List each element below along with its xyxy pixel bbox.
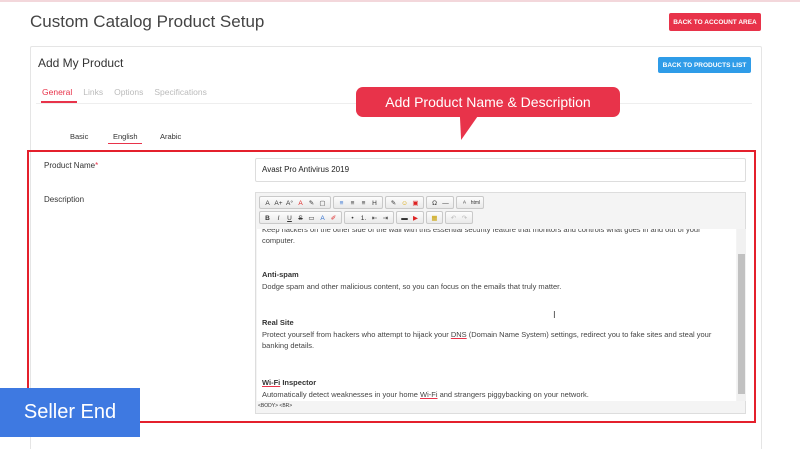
align-center-icon[interactable]: ≡ bbox=[347, 197, 358, 209]
text-cursor-icon: Ι bbox=[553, 310, 556, 321]
panel-title: Add My Product bbox=[38, 56, 124, 70]
special-char-icon[interactable]: Ω bbox=[429, 197, 440, 209]
align-right-icon[interactable]: ≡ bbox=[358, 197, 369, 209]
heading-real-site: Real Site bbox=[262, 318, 294, 327]
tab-options[interactable]: Options bbox=[114, 87, 143, 97]
seller-end-badge: Seller End bbox=[0, 388, 140, 437]
scrollbar-thumb[interactable] bbox=[738, 254, 745, 394]
gallery-group: ▦ bbox=[426, 211, 443, 224]
callout-banner: Add Product Name & Description bbox=[356, 87, 620, 117]
edit-icon[interactable]: ✎ bbox=[388, 197, 399, 209]
font-color-button[interactable]: A bbox=[295, 197, 306, 209]
heading-button[interactable]: H bbox=[369, 197, 380, 209]
source-group: ᴬ html bbox=[456, 196, 484, 209]
insert-group: ✎ ☺ ▣ bbox=[385, 196, 424, 209]
font-group: A A+ A° A ✎ ▢ bbox=[259, 196, 331, 209]
required-mark: * bbox=[95, 161, 99, 170]
underline-button[interactable]: U bbox=[284, 212, 295, 224]
font-size-button[interactable]: A bbox=[262, 197, 273, 209]
tab-links[interactable]: Links bbox=[83, 87, 103, 97]
paragraph-anti-spam: Dodge spam and other malicious content, … bbox=[262, 282, 562, 291]
strike-button[interactable]: S bbox=[295, 212, 306, 224]
font-format-button[interactable]: A° bbox=[284, 197, 295, 209]
intro-paragraph: Keep hackers on the other side of the wa… bbox=[262, 229, 701, 245]
youtube-icon[interactable]: ▶ bbox=[410, 212, 421, 224]
media-group: ▬ ▶ bbox=[396, 211, 424, 224]
outdent-icon[interactable]: ⇤ bbox=[369, 212, 380, 224]
back-to-products-button[interactable]: BACK TO PRODUCTS LIST bbox=[658, 57, 751, 73]
product-name-input[interactable]: Avast Pro Antivirus 2019 bbox=[255, 158, 746, 182]
block-icon[interactable]: ▬ bbox=[399, 212, 410, 224]
description-label: Description bbox=[44, 195, 85, 204]
element-path: <BODY> <BR> bbox=[258, 403, 293, 409]
number-list-icon[interactable]: 1. bbox=[358, 212, 369, 224]
align-group: ≡ ≡ ≡ H bbox=[333, 196, 383, 209]
bold-button[interactable]: B bbox=[262, 212, 273, 224]
lang-tab-basic[interactable]: Basic bbox=[70, 132, 88, 141]
paragraph-wifi-inspector: Automatically detect weaknesses in your … bbox=[262, 390, 589, 399]
tab-specifications[interactable]: Specifications bbox=[154, 87, 206, 97]
top-accent-line bbox=[0, 0, 800, 2]
active-lang-indicator bbox=[108, 143, 142, 144]
symbol-group: Ω — bbox=[426, 196, 454, 209]
tab-bar: General Links Options Specifications bbox=[42, 87, 207, 97]
html-source-button[interactable]: html bbox=[470, 197, 481, 209]
box-icon[interactable]: ▭ bbox=[306, 212, 317, 224]
lang-tab-english[interactable]: English bbox=[113, 132, 138, 141]
undo-icon[interactable]: ↶ bbox=[448, 212, 459, 224]
style-group: B I U S ▭ A ✐ bbox=[259, 211, 342, 224]
text-style-icon[interactable]: A bbox=[317, 212, 328, 224]
page-title: Custom Catalog Product Setup bbox=[30, 12, 265, 31]
gallery-icon[interactable]: ▦ bbox=[429, 212, 440, 224]
highlight-icon[interactable]: ✎ bbox=[306, 197, 317, 209]
heading-wifi-inspector: Wi-Fi Inspector bbox=[262, 378, 317, 387]
border-icon[interactable]: ▢ bbox=[317, 197, 328, 209]
align-left-icon[interactable]: ≡ bbox=[336, 197, 347, 209]
description-editor[interactable]: A A+ A° A ✎ ▢ ≡ ≡ ≡ H ✎ ☺ ▣ Ω — ᴬ html B bbox=[255, 192, 746, 414]
toolbar-row-2: B I U S ▭ A ✐ • 1. ⇤ ⇥ ▬ ▶ ▦ ↶ ↷ bbox=[259, 211, 473, 224]
italic-button[interactable]: I bbox=[273, 212, 284, 224]
editor-content[interactable]: Keep hackers on the other side of the wa… bbox=[257, 229, 736, 401]
paragraph-real-site: Protect yourself from hackers who attemp… bbox=[262, 330, 712, 350]
list-group: • 1. ⇤ ⇥ bbox=[344, 211, 394, 224]
heading-anti-spam: Anti-spam bbox=[262, 270, 299, 279]
product-name-label: Product Name* bbox=[44, 161, 99, 170]
indent-icon[interactable]: ⇥ bbox=[380, 212, 391, 224]
redo-icon[interactable]: ↷ bbox=[459, 212, 470, 224]
image-icon[interactable]: ▣ bbox=[410, 197, 421, 209]
font-increase-button[interactable]: A+ bbox=[273, 197, 284, 209]
back-to-account-button[interactable]: BACK TO ACCOUNT AREA bbox=[669, 13, 761, 31]
history-group: ↶ ↷ bbox=[445, 211, 473, 224]
bullet-list-icon[interactable]: • bbox=[347, 212, 358, 224]
tab-general[interactable]: General bbox=[42, 87, 72, 97]
smiley-icon[interactable]: ☺ bbox=[399, 197, 410, 209]
eraser-icon[interactable]: ✐ bbox=[328, 212, 339, 224]
horizontal-rule-icon[interactable]: — bbox=[440, 197, 451, 209]
lang-tab-arabic[interactable]: Arabic bbox=[160, 132, 181, 141]
toolbar-row-1: A A+ A° A ✎ ▢ ≡ ≡ ≡ H ✎ ☺ ▣ Ω — ᴬ html bbox=[259, 196, 484, 209]
fullscreen-icon[interactable]: ᴬ bbox=[459, 197, 470, 209]
